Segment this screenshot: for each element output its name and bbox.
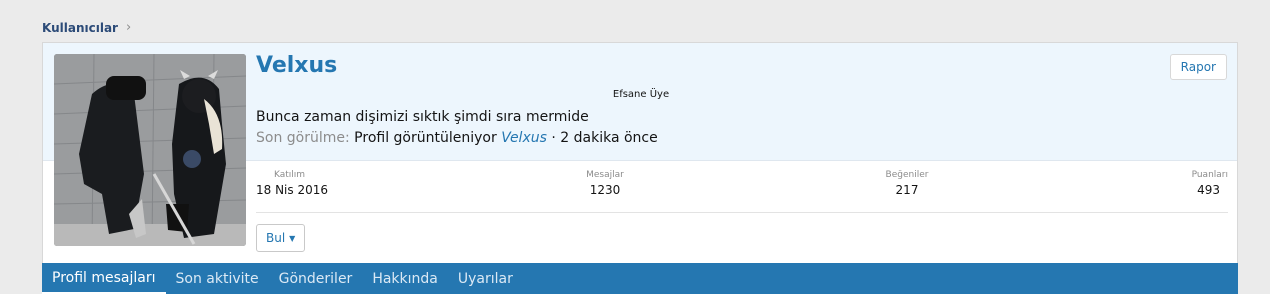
avatar-image <box>54 54 246 246</box>
profile-card: Velxus Efsane Üye Bunca zaman dişimizi s… <box>42 42 1238 294</box>
last-seen-activity: Profil görüntüleniyor <box>354 130 497 146</box>
avatar[interactable] <box>54 54 246 246</box>
tab-warnings[interactable]: Uyarılar <box>448 263 523 294</box>
stat-label: Katılım <box>274 170 306 180</box>
stat-label: Beğeniler <box>885 170 929 180</box>
stat-likes: Beğeniler 217 <box>886 170 929 197</box>
last-seen: Son görülme: Profil görüntüleniyor Velxu… <box>256 130 658 146</box>
user-title: Efsane Üye <box>612 89 670 100</box>
find-button-label: Bul <box>266 231 286 245</box>
tab-posts[interactable]: Gönderiler <box>269 263 363 294</box>
stat-points[interactable]: Puanları 493 <box>1192 170 1228 197</box>
stat-messages[interactable]: Mesajlar 1230 <box>586 170 624 197</box>
last-seen-time: · 2 dakika önce <box>551 130 658 146</box>
tab-about[interactable]: Hakkında <box>362 263 448 294</box>
report-button[interactable]: Rapor <box>1169 54 1227 80</box>
chevron-right-icon: › <box>125 20 132 35</box>
tab-profile-messages[interactable]: Profil mesajları <box>42 263 166 294</box>
last-seen-target-link[interactable]: Velxus <box>501 130 547 146</box>
profile-username[interactable]: Velxus <box>256 53 337 78</box>
last-seen-label: Son görülme: <box>256 130 350 146</box>
caret-down-icon: ▼ <box>289 233 296 243</box>
stat-value: 18 Nis 2016 <box>256 183 328 197</box>
breadcrumb: Kullanıcılar › <box>42 20 131 35</box>
find-button[interactable]: Bul ▼ <box>256 224 306 252</box>
stat-label: Mesajlar <box>586 170 624 180</box>
stat-value: 217 <box>895 183 919 197</box>
breadcrumb-link-users[interactable]: Kullanıcılar <box>42 21 118 35</box>
stat-label: Puanları <box>1191 170 1228 180</box>
status-message: Bunca zaman dişimizi sıktık şimdi sıra m… <box>256 109 589 125</box>
stat-value: 493 <box>1197 183 1220 197</box>
tab-recent-activity[interactable]: Son aktivite <box>166 263 269 294</box>
profile-tabs: Profil mesajları Son aktivite Gönderiler… <box>42 263 1238 294</box>
stat-value: 1230 <box>589 183 621 197</box>
stat-joined: Katılım 18 Nis 2016 <box>256 170 328 197</box>
profile-stats: Katılım 18 Nis 2016 Mesajlar 1230 Beğeni… <box>256 170 1228 213</box>
